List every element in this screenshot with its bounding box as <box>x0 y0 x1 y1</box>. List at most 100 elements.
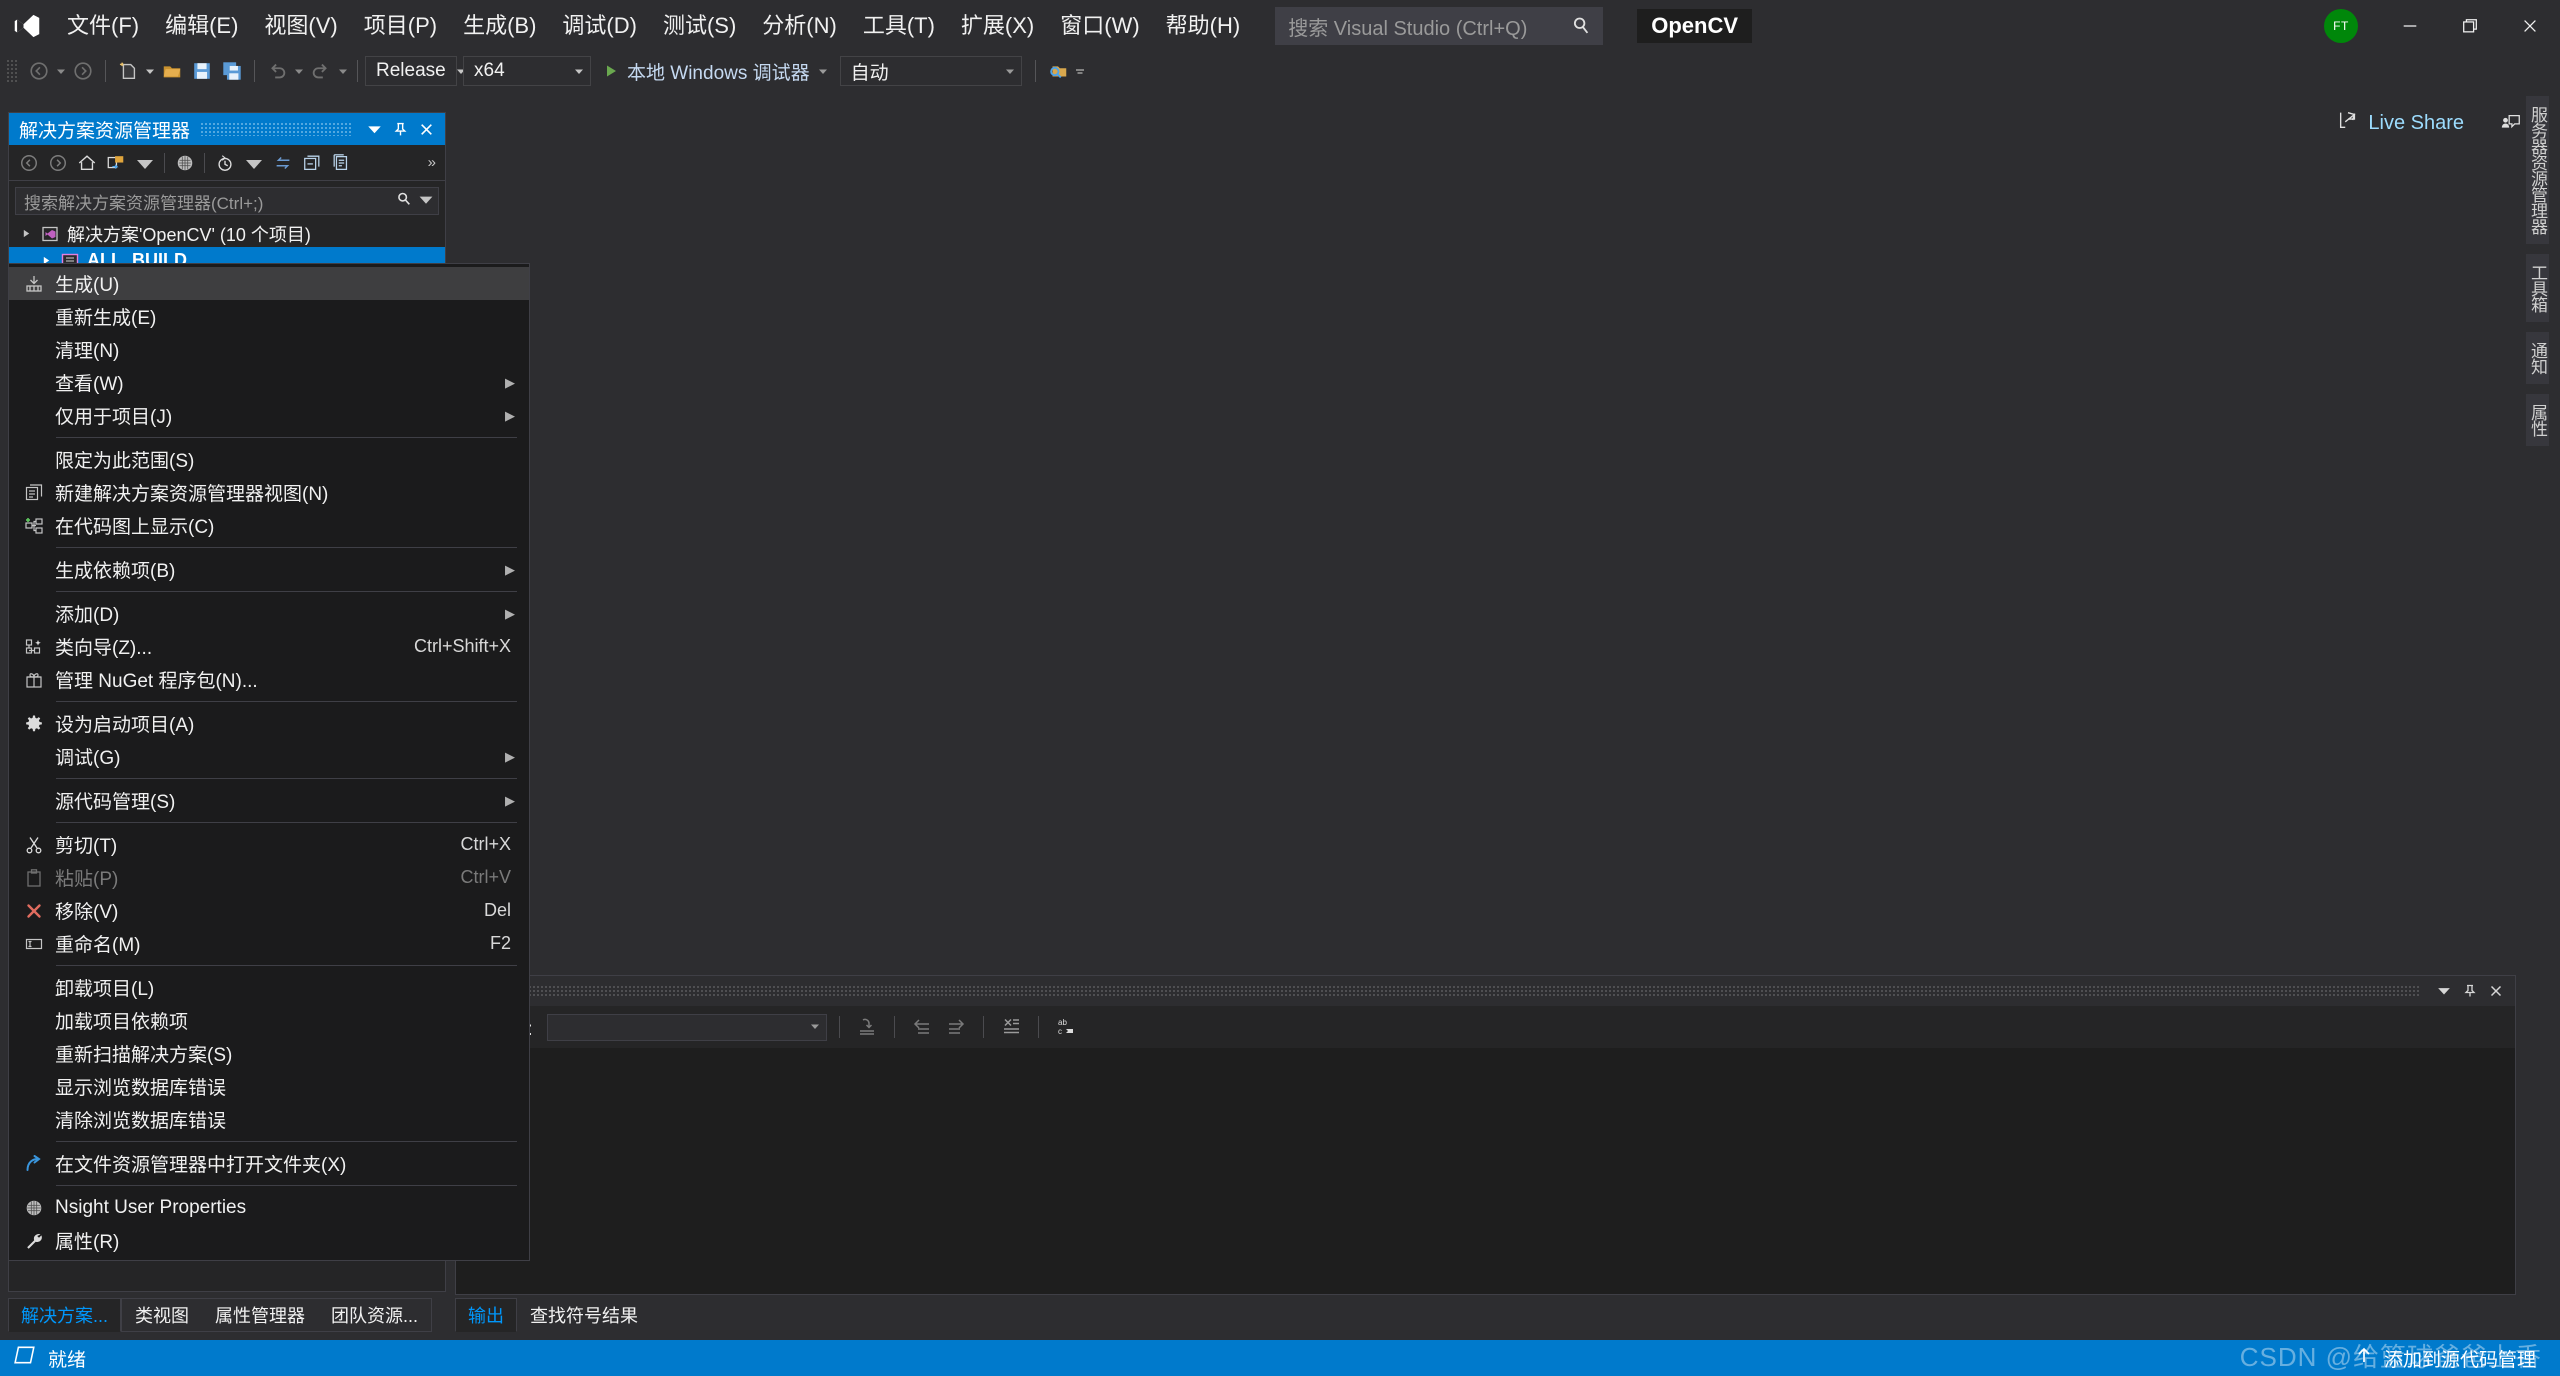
menu-build[interactable]: 生成(B) <box>450 0 549 52</box>
nsight-icon[interactable] <box>170 148 199 177</box>
ctx-new-solution-explorer-view[interactable]: 新建解决方案资源管理器视图(N) <box>9 476 529 509</box>
pin-icon[interactable] <box>2457 978 2483 1004</box>
ctx-rescan-solution[interactable]: 重新扫描解决方案(S) <box>9 1037 529 1070</box>
open-file-icon[interactable] <box>157 56 187 86</box>
tab-property-manager[interactable]: 属性管理器 <box>202 1299 318 1331</box>
solution-platform-combo[interactable]: x64 <box>463 56 591 86</box>
menu-help[interactable]: 帮助(H) <box>1153 0 1254 52</box>
chevron-down-icon[interactable] <box>361 116 387 142</box>
drag-handle[interactable] <box>200 122 351 136</box>
properties-window-icon[interactable] <box>326 148 355 177</box>
ctx-debug[interactable]: 调试(G) ▶ <box>9 740 529 773</box>
menu-analyze[interactable]: 分析(N) <box>749 0 850 52</box>
output-text-area[interactable] <box>456 1048 2515 1294</box>
minimize-button[interactable] <box>2380 0 2440 52</box>
next-message-icon[interactable] <box>941 1012 971 1042</box>
redo-icon[interactable] <box>306 56 336 86</box>
ctx-build[interactable]: 生成(U) <box>9 267 529 300</box>
home-icon[interactable] <box>72 148 101 177</box>
show-all-files-icon[interactable] <box>101 148 130 177</box>
save-icon[interactable] <box>187 56 217 86</box>
ctx-open-folder-in-file-explorer[interactable]: 在文件资源管理器中打开文件夹(X) <box>9 1147 529 1180</box>
ctx-manage-nuget[interactable]: 管理 NuGet 程序包(N)... <box>9 663 529 696</box>
ctx-unload-project[interactable]: 卸载项目(L) <box>9 971 529 1004</box>
forward-icon[interactable] <box>43 148 72 177</box>
toolbar-overflow-icon[interactable]: » <box>428 154 440 171</box>
ctx-cut[interactable]: 剪切(T) Ctrl+X <box>9 828 529 861</box>
previous-message-icon[interactable] <box>907 1012 937 1042</box>
chevron-down-icon[interactable] <box>2431 978 2457 1004</box>
ctx-show-browse-db-errors[interactable]: 显示浏览数据库错误 <box>9 1070 529 1103</box>
ctx-add[interactable]: 添加(D) ▶ <box>9 597 529 630</box>
tree-node-solution[interactable]: 解决方案'OpenCV' (10 个项目) <box>9 220 445 247</box>
pending-changes-dropdown-icon[interactable] <box>239 148 268 177</box>
ctx-view[interactable]: 查看(W) ▶ <box>9 366 529 399</box>
ctx-clear-browse-db-errors[interactable]: 清除浏览数据库错误 <box>9 1103 529 1136</box>
pending-changes-icon[interactable] <box>210 148 239 177</box>
tab-class-view[interactable]: 类视图 <box>122 1299 202 1331</box>
save-all-icon[interactable] <box>217 56 247 86</box>
menu-view[interactable]: 视图(V) <box>251 0 350 52</box>
ctx-nsight-user-properties[interactable]: Nsight User Properties <box>9 1191 529 1224</box>
navigate-backward-dropdown-icon[interactable] <box>54 56 68 86</box>
ctx-source-control[interactable]: 源代码管理(S) ▶ <box>9 784 529 817</box>
start-debugging-button[interactable]: 本地 Windows 调试器 <box>597 56 834 86</box>
ctx-show-on-code-map[interactable]: 在代码图上显示(C) <box>9 509 529 542</box>
toggle-word-wrap-icon[interactable]: ab c <box>1051 1012 1081 1042</box>
undo-dropdown-icon[interactable] <box>292 56 306 86</box>
menu-debug[interactable]: 调试(D) <box>549 0 650 52</box>
ctx-set-as-startup-project[interactable]: 设为启动项目(A) <box>9 707 529 740</box>
collapse-all-icon[interactable] <box>297 148 326 177</box>
expander-icon[interactable] <box>19 229 33 238</box>
nsight-search-icon[interactable] <box>1043 56 1073 86</box>
live-share-button[interactable]: Live Share <box>2329 104 2472 142</box>
pin-icon[interactable] <box>387 116 413 142</box>
vtab-properties[interactable]: 属性 <box>2526 394 2549 446</box>
vtab-notifications[interactable]: 通知 <box>2526 332 2549 384</box>
ctx-build-dependencies[interactable]: 生成依赖项(B) ▶ <box>9 553 529 586</box>
drag-handle[interactable] <box>476 985 2421 997</box>
menu-edit[interactable]: 编辑(E) <box>152 0 251 52</box>
menu-file[interactable]: 文件(F) <box>54 0 152 52</box>
tab-team-explorer[interactable]: 团队资源... <box>318 1299 431 1331</box>
avatar[interactable]: FT <box>2324 9 2358 43</box>
output-source-combo[interactable] <box>546 1013 827 1041</box>
close-button[interactable] <box>2500 0 2560 52</box>
clear-all-icon[interactable] <box>996 1012 1026 1042</box>
navigate-backward-icon[interactable] <box>24 56 54 86</box>
menu-window[interactable]: 窗口(W) <box>1047 0 1152 52</box>
feedback-button[interactable] <box>2500 104 2522 142</box>
menu-test[interactable]: 测试(S) <box>650 0 749 52</box>
show-all-files-dropdown-icon[interactable] <box>130 148 159 177</box>
search-options-dropdown-icon[interactable] <box>412 191 434 212</box>
close-icon[interactable] <box>413 116 439 142</box>
tab-solution-explorer[interactable]: 解决方案... <box>8 1298 122 1332</box>
tab-find-symbol-results[interactable]: 查找符号结果 <box>517 1298 651 1332</box>
ctx-scope-to-this[interactable]: 限定为此范围(S) <box>9 443 529 476</box>
ctx-remove[interactable]: 移除(V) Del <box>9 894 529 927</box>
new-project-dropdown-icon[interactable] <box>143 56 157 86</box>
ctx-rename[interactable]: 重命名(M) F2 <box>9 927 529 960</box>
menu-extensions[interactable]: 扩展(X) <box>948 0 1047 52</box>
new-project-icon[interactable] <box>113 56 143 86</box>
redo-dropdown-icon[interactable] <box>336 56 350 86</box>
toolbar-grip[interactable] <box>6 59 18 83</box>
close-icon[interactable] <box>2483 978 2509 1004</box>
attach-target-combo[interactable]: 自动 <box>839 56 1022 86</box>
ctx-clean[interactable]: 清理(N) <box>9 333 529 366</box>
go-to-message-icon[interactable] <box>852 1012 882 1042</box>
quick-launch-search[interactable]: 搜索 Visual Studio (Ctrl+Q) <box>1275 7 1604 45</box>
vtab-toolbox[interactable]: 工具箱 <box>2526 254 2549 322</box>
back-icon[interactable] <box>14 148 43 177</box>
toolbar-overflow-icon[interactable] <box>1073 56 1087 86</box>
solution-explorer-search-input[interactable]: 搜索解决方案资源管理器(Ctrl+;) <box>15 187 439 215</box>
sync-with-active-document-icon[interactable] <box>268 148 297 177</box>
ctx-class-wizard[interactable]: 类向导(Z)... Ctrl+Shift+X <box>9 630 529 663</box>
menu-tools[interactable]: 工具(T) <box>850 0 948 52</box>
navigate-forward-icon[interactable] <box>68 56 98 86</box>
ctx-properties[interactable]: 属性(R) <box>9 1224 529 1257</box>
ctx-load-project-dependencies[interactable]: 加载项目依赖项 <box>9 1004 529 1037</box>
ctx-rebuild[interactable]: 重新生成(E) <box>9 300 529 333</box>
undo-icon[interactable] <box>262 56 292 86</box>
solution-configuration-combo[interactable]: Release <box>365 56 465 86</box>
